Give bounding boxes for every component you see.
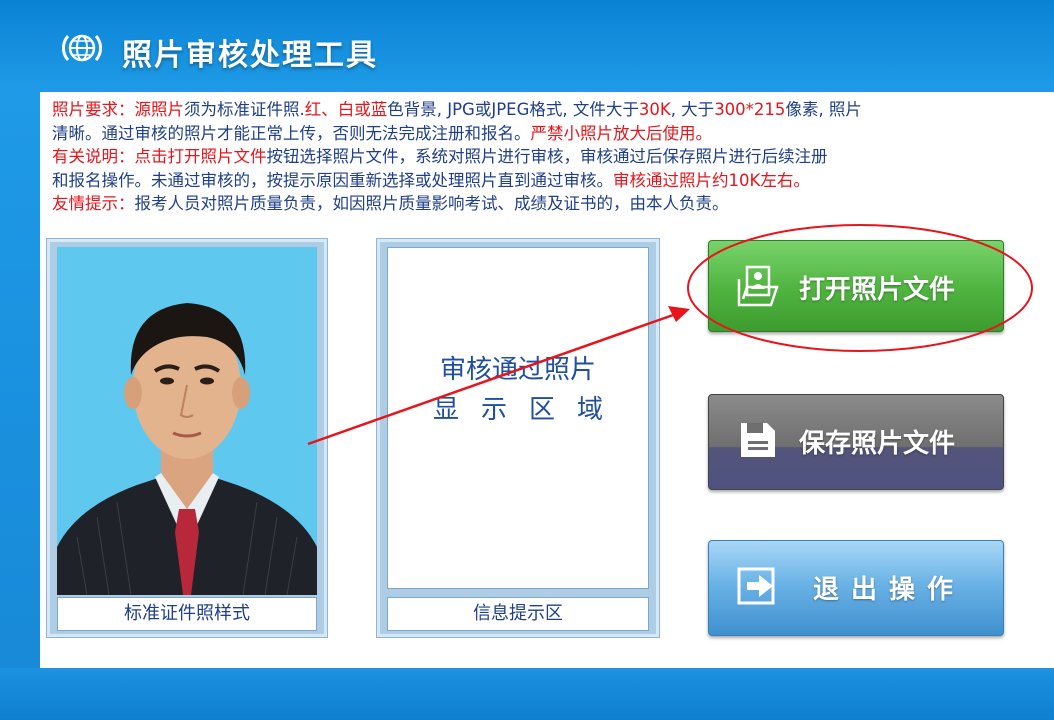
notice-segment: 色背景, JPG或JPEG格式, 文件大于 [387, 100, 639, 119]
notice-segment: 清晰。通过审核的照片才能正常上传，否则无法完成注册和报名。 [52, 123, 531, 143]
notice-line: 照片要求：源照片须为标准证件照.红、白或蓝色背景, JPG或JPEG格式, 文件… [52, 98, 1042, 122]
notice-segment: 严禁小照片放大后使用。 [530, 123, 713, 143]
display-line-1: 审核通过照片 [439, 355, 596, 385]
title-bar: 照片审核处理工具 [0, 0, 1054, 92]
notice-segment: 按钮选择照片文件，系统对照片进行审核，审核通过后保存照片进行后续注册 [266, 147, 828, 166]
notice-segment: 300*215 [714, 100, 786, 119]
save-button-label: 保存照片文件 [799, 429, 956, 459]
notice-line: 友情提示：报考人员对照片质量负责，如因照片质量影响考试、成绩及证书的，由本人负责… [52, 192, 1042, 216]
sample-photo-caption: 标准证件照样式 [57, 597, 317, 631]
approved-photo-display-area: 审核通过照片 显示区域 [387, 247, 649, 589]
info-hint-area: 信息提示区 [387, 597, 649, 631]
notice-segment: 像素, 照片 [785, 100, 862, 119]
exit-button-label: 退出操作 [813, 575, 966, 605]
notice-segment: 有关说明：点击 [52, 147, 168, 166]
save-photo-file-button[interactable]: 保存照片文件 [708, 394, 1004, 490]
notice-segment: , 大于 [670, 100, 715, 119]
exit-arrow-icon [737, 567, 775, 605]
save-disk-icon [741, 423, 775, 457]
notice-segment: 30K [638, 100, 671, 119]
notice-line: 有关说明：点击打开照片文件按钮选择照片文件，系统对照片进行审核，审核通过后保存照… [52, 145, 1042, 169]
notice-line: 和报名操作。未通过审核的，按提示原因重新选择或处理照片直到通过审核。审核通过照片… [52, 169, 1042, 193]
main-panel: 照片要求：源照片须为标准证件照.红、白或蓝色背景, JPG或JPEG格式, 文件… [40, 92, 1054, 668]
exit-button[interactable]: 退出操作 [708, 540, 1004, 636]
globe-logo-icon [62, 34, 102, 62]
notice-segment: 友情提示： [52, 194, 135, 213]
open-button-label: 打开照片文件 [799, 275, 956, 305]
sample-id-photo [57, 247, 317, 595]
open-photo-file-button[interactable]: 打开照片文件 [708, 240, 1004, 332]
notice-segment: 报考人员对照片质量负责，如因照片质量影响考试、成绩及证书的，由本人负责。 [134, 194, 729, 213]
notice-line: 清晰。通过审核的照片才能正常上传，否则无法完成注册和报名。严禁小照片放大后使用。 [52, 122, 1042, 146]
notice-segment: 打开照片文件 [167, 147, 267, 166]
notice-segment: 照片要求：源照片 [52, 100, 184, 119]
notice-segment: 和报名操作。未通过审核的，按提示原因重新选择或处理照片直到通过审核。 [52, 170, 613, 190]
notice-segment: 须为标准证件照. [184, 100, 305, 119]
sample-photo-panel: 标准证件照样式 [46, 238, 328, 638]
display-line-2: 显示区域 [432, 395, 625, 425]
app-title: 照片审核处理工具 [122, 38, 378, 73]
notice-text: 照片要求：源照片须为标准证件照.红、白或蓝色背景, JPG或JPEG格式, 文件… [52, 98, 1042, 216]
open-folder-icon [737, 265, 779, 307]
notice-segment: 红、白或蓝 [304, 100, 388, 119]
review-panel: 审核通过照片 显示区域 信息提示区 [376, 238, 660, 638]
display-placeholder: 审核通过照片 显示区域 [388, 350, 648, 430]
notice-segment: 审核通过照片约10K左右。 [613, 170, 810, 190]
bottom-strip [0, 668, 1054, 720]
